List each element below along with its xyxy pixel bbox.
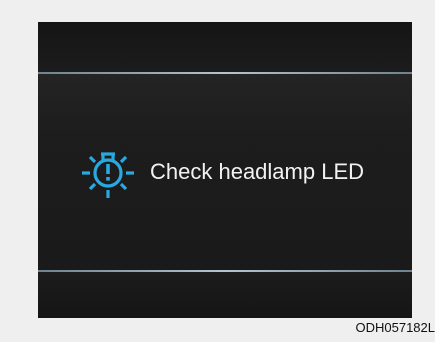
warning-message-text: Check headlamp LED [150, 159, 365, 184]
figure-frame: Check headlamp LED [0, 0, 435, 342]
cluster-display: Check headlamp LED [38, 22, 412, 318]
warning-message-row: Check headlamp LED [68, 132, 364, 212]
display-top-band [38, 22, 412, 72]
display-bottom-band [38, 272, 412, 318]
headlamp-warning-icon [82, 152, 134, 198]
figure-code-label: ODH057182L [355, 320, 435, 335]
